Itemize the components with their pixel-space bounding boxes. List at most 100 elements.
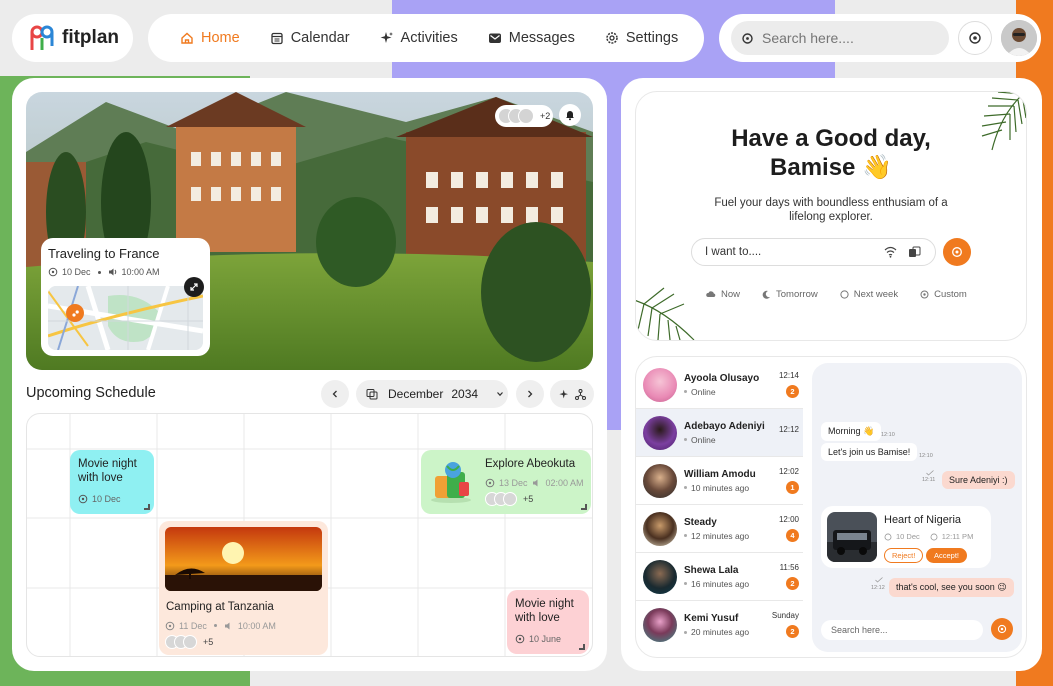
- event-card[interactable]: Camping at Tanzania 11 Dec 10:00 AM +5: [159, 521, 328, 655]
- month-selector[interactable]: December 2034: [356, 380, 508, 408]
- event-title: Camping at Tanzania: [166, 601, 274, 613]
- reject-button[interactable]: Reject!: [884, 548, 924, 563]
- gear-icon: [605, 31, 619, 45]
- palm-leaf-icon: [636, 287, 695, 340]
- prev-month-button[interactable]: [321, 380, 349, 408]
- contact-status: 20 minutes ago: [684, 627, 749, 637]
- event-participants[interactable]: +5: [485, 491, 584, 506]
- chat-search-field[interactable]: Search here...: [821, 620, 983, 640]
- contact-name: Shewa Lala: [684, 564, 739, 576]
- message-bubble: Let's join us Bamise!: [821, 443, 918, 461]
- wifi-icon[interactable]: [884, 246, 897, 258]
- schedule-title: Upcoming Schedule: [26, 385, 156, 401]
- chip-custom[interactable]: Custom: [920, 289, 967, 300]
- moon-icon: [762, 290, 771, 299]
- contact-status: 16 minutes ago: [684, 579, 749, 589]
- message-time: 12:11: [922, 477, 936, 483]
- contact-avatar: [643, 559, 677, 594]
- location-icon: [48, 267, 58, 277]
- invite-meta: 10 Dec 12:11 PM: [884, 532, 973, 541]
- nav-item-home[interactable]: Home: [180, 30, 240, 46]
- greeting-subtitle: Fuel your days with boundless enthusiam …: [636, 196, 1026, 224]
- participants-more-count: +5: [203, 636, 214, 647]
- contact-time: 12:14: [778, 371, 799, 380]
- location-icon: [78, 494, 88, 504]
- event-card[interactable]: Movie night with love 10 June: [507, 590, 589, 654]
- event-meta: 10 June: [515, 634, 581, 644]
- chip-now[interactable]: Now: [706, 289, 740, 300]
- intent-submit-button[interactable]: [943, 238, 971, 266]
- resize-handle-icon[interactable]: [579, 644, 585, 650]
- logo[interactable]: fitplan: [12, 14, 133, 62]
- calendar-icon: [270, 31, 284, 45]
- nav-item-activities[interactable]: Activities: [380, 30, 458, 46]
- search-field[interactable]: [731, 21, 949, 55]
- chevron-down-icon: [496, 390, 504, 398]
- nav-item-messages[interactable]: Messages: [488, 30, 575, 46]
- main-nav: Home Calendar Activities Messages Settin…: [148, 14, 704, 62]
- next-month-button[interactable]: [516, 380, 544, 408]
- chip-tomorrow[interactable]: Tomorrow: [762, 289, 818, 300]
- search-icon: [741, 32, 754, 45]
- resize-handle-icon[interactable]: [581, 504, 587, 510]
- travel-title: Traveling to France: [48, 246, 160, 261]
- contact-item[interactable]: Shewa Lala 16 minutes ago 11:56 2: [636, 553, 803, 601]
- chat-send-button[interactable]: [991, 618, 1013, 640]
- resize-handle-icon[interactable]: [144, 504, 150, 510]
- contact-item[interactable]: Kemi Yusuf 20 minutes ago Sunday 2: [636, 601, 803, 649]
- locate-button[interactable]: [958, 21, 992, 55]
- copy-icon[interactable]: [908, 246, 921, 258]
- speaker-icon: [224, 621, 234, 631]
- chevron-left-icon: [331, 390, 339, 398]
- contact-time: 12:02: [778, 467, 799, 476]
- profile-avatar[interactable]: [1001, 20, 1037, 56]
- intent-input[interactable]: I want to....: [691, 238, 936, 266]
- chevron-right-icon: [526, 390, 534, 398]
- event-title: Movie night with love: [78, 458, 137, 484]
- invite-card[interactable]: Heart of Nigeria 10 Dec 12:11 PM Reject!…: [821, 506, 991, 568]
- mini-map[interactable]: [48, 286, 203, 350]
- travel-card[interactable]: Traveling to France 10 Dec 10:00 AM: [41, 238, 210, 356]
- contact-item[interactable]: Steady 12 minutes ago 12:00 4: [636, 505, 803, 553]
- month-label: December 2034: [388, 387, 478, 401]
- contact-item[interactable]: William Amodu 10 minutes ago 12:02 1: [636, 457, 803, 505]
- notification-button[interactable]: [559, 104, 581, 126]
- chat-search-placeholder: Search here...: [831, 625, 888, 635]
- greeting-title-line2: Bamise: [770, 154, 856, 181]
- event-title: Explore Abeokuta: [485, 458, 576, 470]
- schedule-tools-button[interactable]: [550, 380, 594, 408]
- contact-item[interactable]: Adebayo Adeniyi Online 12:12: [636, 409, 803, 457]
- hero-participants[interactable]: +2: [495, 105, 553, 127]
- nav-item-settings[interactable]: Settings: [605, 30, 678, 46]
- sparkle-icon: [558, 389, 570, 400]
- expand-map-button[interactable]: [184, 277, 204, 297]
- nav-label-messages: Messages: [508, 30, 575, 46]
- search-input[interactable]: [762, 30, 932, 46]
- speaker-icon: [532, 478, 542, 488]
- event-date: 11 Dec: [179, 620, 207, 631]
- nav-label-home: Home: [201, 30, 240, 46]
- contact-status: 12 minutes ago: [684, 531, 749, 541]
- target-icon: [968, 31, 982, 45]
- read-check-icon: [926, 470, 934, 476]
- event-participants[interactable]: +5: [165, 634, 322, 649]
- brand-name: fitplan: [62, 27, 119, 48]
- event-card[interactable]: Explore Abeokuta 13 Dec 02:00 AM +5: [421, 450, 591, 514]
- message-time: 12:12: [871, 585, 885, 591]
- invite-time: 12:11 PM: [941, 532, 974, 541]
- contact-name: Steady: [684, 516, 717, 528]
- waving-hand-icon: 👋: [862, 154, 892, 181]
- event-image: [165, 527, 322, 591]
- invite-date: 10 Dec: [896, 532, 920, 541]
- event-time: 10:00 AM: [237, 620, 276, 631]
- contact-item[interactable]: Ayoola Olusayo Online 12:14 2: [636, 361, 803, 409]
- greeting-subtitle-line2: lifelong explorer.: [789, 211, 873, 223]
- chip-next-week[interactable]: Next week: [840, 289, 898, 300]
- unread-badge: 1: [786, 481, 799, 494]
- accept-button[interactable]: Accept!: [926, 548, 968, 563]
- nav-item-calendar[interactable]: Calendar: [270, 30, 350, 46]
- intent-input-placeholder: I want to....: [705, 246, 762, 258]
- clock-icon: [840, 290, 849, 299]
- event-card[interactable]: Movie night with love 10 Dec: [70, 450, 154, 514]
- travel-meta: 10 Dec 10:00 AM: [48, 267, 203, 277]
